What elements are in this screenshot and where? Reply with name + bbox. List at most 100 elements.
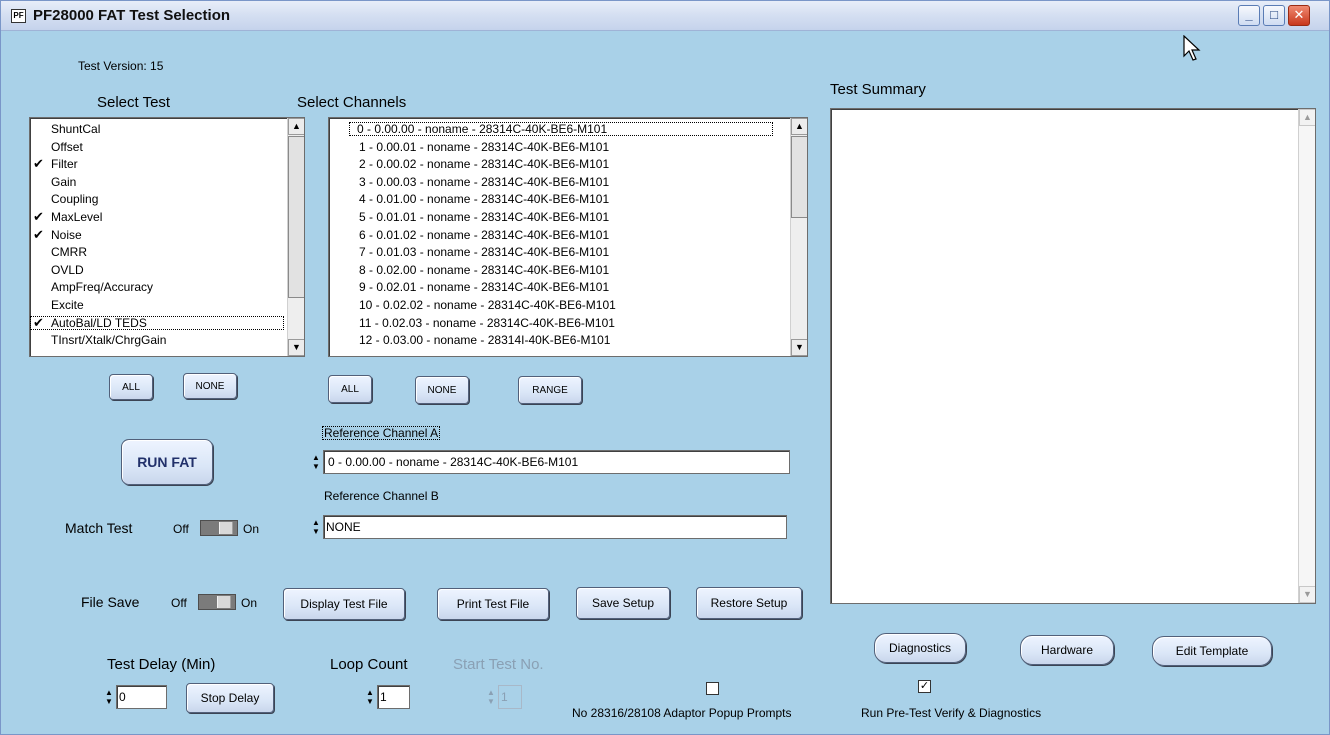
start-test-value: 1: [501, 690, 508, 704]
file-save-label: File Save: [81, 594, 140, 610]
toggle-knob[interactable]: [219, 522, 233, 534]
spin-arrows-icon[interactable]: ▲ ▼: [310, 453, 322, 471]
minimize-button[interactable]: _: [1238, 5, 1260, 26]
match-test-label: Match Test: [65, 520, 133, 536]
fat-test-selection-window: PF PF28000 FAT Test Selection _ □ ✕ Test…: [0, 0, 1330, 735]
title-bar[interactable]: PF PF28000 FAT Test Selection _ □ ✕: [1, 1, 1329, 31]
channel-list-item[interactable]: 4 - 0.01.00 - noname - 28314C-40K-BE6-M1…: [359, 192, 783, 206]
restore-setup-button[interactable]: Restore Setup: [696, 587, 802, 619]
select-test-list[interactable]: ShuntCal Offset ✔ Filter Gain Coupling ✔ MaxLev…: [29, 117, 305, 357]
channel-list-item[interactable]: 8 - 0.02.00 - noname - 28314C-40K-BE6-M1…: [359, 263, 783, 277]
no-adaptor-popup-label: No 28316/28108 Adaptor Popup Prompts: [572, 706, 792, 720]
spin-arrows-icon: ▲ ▼: [487, 688, 495, 706]
save-setup-button[interactable]: Save Setup: [576, 587, 670, 619]
channel-list-item[interactable]: 7 - 0.01.03 - noname - 28314C-40K-BE6-M1…: [359, 245, 783, 259]
start-test-label: Start Test No.: [453, 656, 544, 673]
scroll-thumb[interactable]: [791, 136, 807, 218]
close-button[interactable]: ✕: [1288, 5, 1310, 26]
channel-list-item[interactable]: 1 - 0.00.01 - noname - 28314C-40K-BE6-M1…: [359, 140, 783, 154]
spin-arrows-icon[interactable]: ▲ ▼: [364, 688, 376, 706]
test-list-item[interactable]: OVLD: [30, 263, 284, 277]
summary-scrollbar[interactable]: ▲ ▼: [1298, 109, 1315, 603]
edit-template-button[interactable]: Edit Template: [1152, 636, 1272, 666]
channel-list-item[interactable]: 6 - 0.01.02 - noname - 28314C-40K-BE6-M1…: [359, 228, 783, 242]
test-list-item-label: AutoBal/LD TEDS: [51, 315, 147, 330]
test-summary-textarea[interactable]: ▲ ▼: [830, 108, 1316, 604]
test-delay-value: 0: [119, 690, 126, 704]
test-all-button[interactable]: ALL: [109, 374, 153, 400]
reference-channel-a-field[interactable]: ▲ ▼ 0 - 0.00.00 - noname - 28314C-40K-BE6…: [312, 450, 790, 474]
channels-none-button[interactable]: NONE: [415, 376, 469, 404]
match-test-off-label: Off: [173, 522, 189, 536]
test-list-item-label: AmpFreq/Accuracy: [51, 280, 154, 295]
test-list-item[interactable]: ✔ Noise: [30, 227, 284, 242]
channel-list-item[interactable]: 12 - 0.03.00 - noname - 28314I-40K-BE6-M…: [359, 333, 783, 347]
test-list-item[interactable]: AmpFreq/Accuracy: [30, 280, 284, 294]
test-list-item-label: Gain: [51, 174, 77, 189]
test-list-item[interactable]: CMRR: [30, 245, 284, 259]
file-save-toggle[interactable]: [198, 594, 236, 610]
channel-list-item[interactable]: 11 - 0.02.03 - noname - 28314C-40K-BE6-M…: [359, 316, 783, 330]
channels-range-button[interactable]: RANGE: [518, 376, 582, 404]
run-fat-button[interactable]: RUN FAT: [121, 439, 213, 485]
test-delay-field[interactable]: ▲ ▼ 0: [105, 685, 167, 709]
diagnostics-button[interactable]: Diagnostics: [874, 633, 966, 663]
file-save-off-label: Off: [171, 596, 187, 610]
hardware-button[interactable]: Hardware: [1020, 635, 1114, 665]
scroll-down-arrow-icon[interactable]: ▼: [1299, 586, 1315, 603]
test-list-item-label: MaxLevel: [51, 210, 103, 224]
channel-list-item[interactable]: 5 - 0.01.01 - noname - 28314C-40K-BE6-M1…: [359, 210, 783, 224]
test-list-scrollbar[interactable]: ▲ ▼: [287, 118, 304, 356]
test-none-button[interactable]: NONE: [183, 373, 237, 399]
maximize-button[interactable]: □: [1263, 5, 1285, 26]
checkmark-icon: ✔: [33, 209, 44, 224]
test-list-item-label: Excite: [51, 298, 84, 312]
match-test-toggle[interactable]: [200, 520, 238, 536]
select-channels-list[interactable]: 0 - 0.00.00 - noname - 28314C-40K-BE6-M1…: [328, 117, 808, 357]
select-test-label: Select Test: [97, 94, 171, 111]
test-list-item[interactable]: Offset: [30, 140, 284, 154]
test-list-item-label: Noise: [51, 227, 82, 242]
scroll-thumb[interactable]: [288, 136, 304, 298]
test-list-item[interactable]: TInsrt/Xtalk/ChrgGain: [30, 333, 284, 347]
test-list-item[interactable]: ✔ AutoBal/LD TEDS: [30, 315, 284, 330]
scroll-down-arrow-icon[interactable]: ▼: [791, 339, 807, 356]
channel-list-item[interactable]: 9 - 0.02.01 - noname - 28314C-40K-BE6-M1…: [359, 280, 783, 294]
match-test-on-label: On: [243, 522, 260, 536]
toggle-knob[interactable]: [217, 596, 231, 608]
spin-arrows-icon[interactable]: ▲ ▼: [103, 688, 115, 706]
stop-delay-button[interactable]: Stop Delay: [186, 683, 274, 713]
window-title: PF28000 FAT Test Selection: [33, 7, 231, 24]
loop-count-field[interactable]: ▲ ▼ 1: [366, 685, 410, 709]
test-list-item[interactable]: ✔ MaxLevel: [30, 209, 284, 225]
channel-list-item[interactable]: 0 - 0.00.00 - noname - 28314C-40K-BE6-M1…: [349, 122, 773, 136]
test-list-item-label: ShuntCal: [51, 122, 101, 136]
test-version-label: Test Version: 15: [78, 59, 164, 73]
no-adaptor-popup-checkbox[interactable]: [706, 682, 719, 695]
channel-list-item[interactable]: 2 - 0.00.02 - noname - 28314C-40K-BE6-M1…: [359, 157, 783, 171]
display-test-file-button[interactable]: Display Test File: [283, 588, 405, 620]
test-list-item-label: Offset: [51, 139, 83, 154]
print-test-file-button[interactable]: Print Test File: [437, 588, 549, 620]
channel-list-scrollbar[interactable]: ▲ ▼: [790, 118, 807, 356]
scroll-up-arrow-icon[interactable]: ▲: [791, 118, 807, 135]
scroll-up-arrow-icon[interactable]: ▲: [1299, 109, 1315, 126]
test-list-item[interactable]: Excite: [30, 298, 284, 312]
start-test-field: ▲ ▼ 1: [487, 685, 522, 709]
test-delay-label: Test Delay (Min): [107, 656, 216, 673]
spin-arrows-icon[interactable]: ▲ ▼: [310, 518, 322, 536]
test-list-item[interactable]: ✔ Filter: [30, 157, 284, 172]
mouse-cursor-icon: [1183, 35, 1201, 61]
test-list-item[interactable]: Coupling: [30, 192, 284, 206]
channel-list-item[interactable]: 3 - 0.00.03 - noname - 28314C-40K-BE6-M1…: [359, 175, 783, 189]
test-list-item[interactable]: ShuntCal: [30, 122, 284, 136]
scroll-down-arrow-icon[interactable]: ▼: [288, 339, 304, 356]
reference-channel-b-field[interactable]: ▲ ▼ NONE: [312, 515, 787, 539]
reference-channel-b-value: NONE: [326, 520, 361, 534]
test-list-item[interactable]: Gain: [30, 175, 284, 189]
channels-all-button[interactable]: ALL: [328, 375, 372, 403]
channel-list-item[interactable]: 10 - 0.02.02 - noname - 28314C-40K-BE6-M…: [359, 298, 783, 312]
test-list-item-label: OVLD: [51, 262, 84, 277]
scroll-up-arrow-icon[interactable]: ▲: [288, 118, 304, 135]
run-pretest-checkbox[interactable]: ✓: [918, 680, 931, 693]
